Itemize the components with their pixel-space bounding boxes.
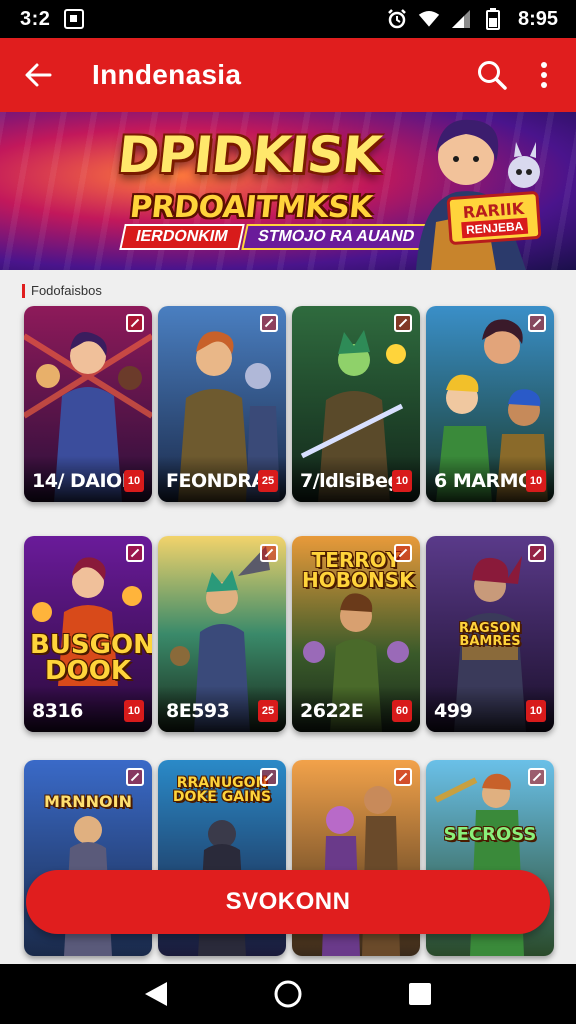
favorite-icon[interactable] xyxy=(260,544,278,562)
notification-icon xyxy=(64,9,85,29)
status-clock: 8:95 xyxy=(517,7,558,30)
game-card[interactable]: TERROY HOBONSK 2622E 60 xyxy=(292,536,420,732)
status-icons: 8:95 xyxy=(386,8,558,31)
banner-title: DPIDKISK xyxy=(114,126,384,184)
game-label: 6 MARMOIM xyxy=(434,470,526,492)
promo-banner[interactable]: DPIDKISK PRDOAITMKSK IERDONKIM STMOJO RA… xyxy=(0,112,576,270)
home-circle-icon[interactable] xyxy=(268,974,308,1014)
favorite-icon[interactable] xyxy=(394,314,412,332)
game-art-title: RAGSON BAMRES xyxy=(458,621,522,649)
status-time: 3:2 xyxy=(20,7,51,30)
card-footer: 8316 10 xyxy=(24,686,152,732)
game-art-title: BUSGON DOOK xyxy=(30,630,152,686)
game-card[interactable]: RAGSON BAMRES 499 10 xyxy=(426,536,554,732)
game-label: 8316 xyxy=(32,700,83,722)
banner-badge-bottom: RENJEBA xyxy=(461,217,528,238)
banner-subtitle: PRDOAITMKSK xyxy=(128,190,374,225)
wifi-icon xyxy=(418,8,440,30)
game-label: FEONDRAE xyxy=(166,470,258,492)
card-footer: FEONDRAE 25 xyxy=(158,456,286,502)
card-footer: 499 10 xyxy=(426,686,554,732)
favorite-icon[interactable] xyxy=(126,314,144,332)
game-badge: 10 xyxy=(124,700,144,722)
game-card[interactable]: FEONDRAE 25 xyxy=(158,306,286,502)
back-triangle-icon[interactable] xyxy=(136,974,176,1014)
game-badge: 60 xyxy=(392,700,412,722)
banner-tag-left: IERDONKIM xyxy=(119,224,245,250)
game-art-title: SECROSS xyxy=(443,824,537,845)
page-title: Inndenasia xyxy=(92,59,242,90)
game-badge: 25 xyxy=(258,470,278,492)
card-footer: 6 MARMOIM 10 xyxy=(426,456,554,502)
banner-badge: RARIIK RENJEBA xyxy=(446,190,542,246)
card-footer: 8E593 25 xyxy=(158,686,286,732)
game-badge: 10 xyxy=(392,470,412,492)
favorite-icon[interactable] xyxy=(126,544,144,562)
status-bar: 3:2 8:95 xyxy=(0,0,576,38)
section-label: Fodofaisbos xyxy=(22,284,102,298)
favorite-icon[interactable] xyxy=(126,768,144,786)
card-footer: 7/ldlsiBeg 10 xyxy=(292,456,420,502)
favorite-icon[interactable] xyxy=(394,544,412,562)
game-card[interactable]: 14/ DAIOL 10 xyxy=(24,306,152,502)
search-icon[interactable] xyxy=(466,45,518,105)
primary-action-button[interactable]: SVOKONN xyxy=(26,870,550,934)
game-card[interactable]: 7/ldlsiBeg 10 xyxy=(292,306,420,502)
favorite-icon[interactable] xyxy=(528,314,546,332)
game-card[interactable]: 6 MARMOIM 10 xyxy=(426,306,554,502)
app-bar: Inndenasia xyxy=(0,38,576,112)
game-badge: 25 xyxy=(258,700,278,722)
battery-icon xyxy=(482,8,504,30)
back-arrow-icon[interactable] xyxy=(8,45,68,105)
game-art-title: MRNNOIN xyxy=(44,792,132,811)
game-card[interactable]: 8E593 25 xyxy=(158,536,286,732)
game-label: 499 xyxy=(434,700,473,722)
game-badge: 10 xyxy=(526,700,546,722)
game-grid-section: Fodofaisbos 14/ DAIOL 10 FEONDRAE 25 xyxy=(0,270,576,964)
favorite-icon[interactable] xyxy=(260,314,278,332)
favorite-icon[interactable] xyxy=(528,544,546,562)
game-label: 2622E xyxy=(300,700,364,722)
signal-icon xyxy=(450,8,472,30)
game-badge: 10 xyxy=(526,470,546,492)
favorite-icon[interactable] xyxy=(528,768,546,786)
game-label: 7/ldlsiBeg xyxy=(300,470,392,492)
game-label: 14/ DAIOL xyxy=(32,470,124,492)
favorite-icon[interactable] xyxy=(394,768,412,786)
card-footer: 2622E 60 xyxy=(292,686,420,732)
game-badge: 10 xyxy=(124,470,144,492)
system-nav-bar xyxy=(0,964,576,1024)
alarm-icon xyxy=(386,8,408,30)
more-vert-icon[interactable] xyxy=(518,45,570,105)
card-footer: 14/ DAIOL 10 xyxy=(24,456,152,502)
game-card[interactable]: BUSGON DOOK 8316 10 xyxy=(24,536,152,732)
game-label: 8E593 xyxy=(166,700,230,722)
favorite-icon[interactable] xyxy=(260,768,278,786)
recents-square-icon[interactable] xyxy=(400,974,440,1014)
